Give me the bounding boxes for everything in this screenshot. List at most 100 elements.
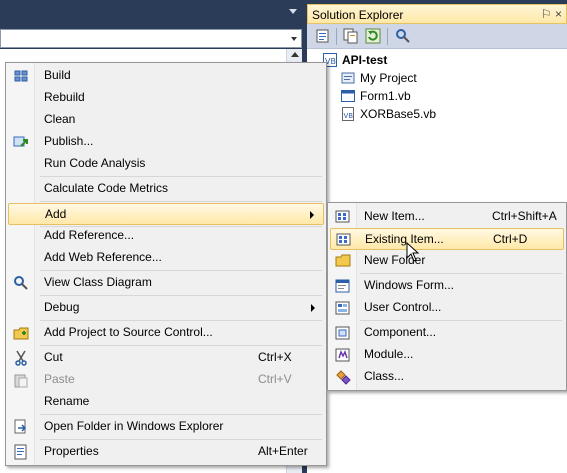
tree-item-label: XORBase5.vb (360, 107, 437, 121)
menu-item-existing-item[interactable]: Existing Item... Ctrl+D (330, 228, 564, 250)
editor-header-bar (0, 0, 306, 27)
tree-item-label: My Project (360, 71, 417, 85)
pin-icon[interactable]: ⚐ × (541, 7, 562, 21)
menu-item-label: Class... (364, 369, 405, 383)
chevron-down-icon[interactable] (291, 37, 297, 41)
menu-item-new-folder[interactable]: New Folder (330, 250, 564, 272)
menu-item-add-reference[interactable]: Add Reference... (8, 225, 324, 247)
menu-separator (40, 439, 322, 440)
menu-item-label: Build (44, 68, 71, 82)
paste-icon (14, 374, 28, 388)
menu-item-clean[interactable]: Clean (8, 109, 324, 131)
menu-separator (40, 295, 322, 296)
menu-item-label: User Control... (364, 300, 442, 314)
component-icon (335, 326, 350, 340)
source-control-icon (13, 327, 29, 340)
submenu-arrow-icon (310, 211, 314, 219)
windows-form-icon (335, 279, 350, 293)
menu-item-shortcut: Ctrl+X (258, 350, 292, 364)
menu-item-shortcut: Ctrl+D (493, 232, 528, 246)
menu-item-component[interactable]: Component... (330, 322, 564, 344)
menu-item-user-control[interactable]: User Control... (330, 297, 564, 319)
window-dropdown-icon[interactable] (289, 9, 297, 14)
menu-item-shortcut: Ctrl+Shift+A (492, 209, 557, 223)
menu-item-label: Rebuild (44, 90, 85, 104)
menu-item-new-item[interactable]: New Item... Ctrl+Shift+A (330, 206, 564, 228)
class-icon (336, 370, 351, 385)
class-diagram-icon (14, 276, 28, 290)
project-name: API-test (342, 53, 388, 67)
new-item-icon (335, 210, 350, 223)
view-class-diagram-icon[interactable] (395, 28, 411, 44)
menu-item-build[interactable]: Build (8, 65, 324, 87)
menu-item-windows-form[interactable]: Windows Form... (330, 275, 564, 297)
menu-item-label: New Item... (364, 209, 425, 223)
vb-file-icon: VB (342, 107, 354, 121)
submenu-arrow-icon (311, 304, 315, 312)
menu-item-open-folder[interactable]: Open Folder in Windows Explorer (8, 416, 324, 438)
menu-separator (360, 320, 562, 321)
menu-separator (40, 345, 322, 346)
menu-item-shortcut: Ctrl+V (258, 372, 292, 386)
menu-item-label: Add Web Reference... (44, 250, 162, 264)
menu-item-label: Clean (44, 112, 76, 126)
menu-item-rename[interactable]: Rename (8, 391, 324, 413)
menu-item-label: Component... (364, 325, 437, 339)
member-dropdown[interactable] (0, 29, 302, 48)
mouse-cursor-icon (406, 242, 420, 262)
my-project-icon (341, 72, 355, 84)
user-control-icon (335, 301, 350, 315)
menu-item-view-class-diagram[interactable]: View Class Diagram (8, 272, 324, 294)
menu-item-run-code-analysis[interactable]: Run Code Analysis (8, 153, 324, 175)
menu-item-label: Module... (364, 347, 414, 361)
menu-item-label: Add (45, 207, 67, 221)
menu-item-class[interactable]: Class... (330, 366, 564, 388)
menu-item-publish[interactable]: Publish... (8, 131, 324, 153)
panel-title: Solution Explorer (312, 8, 404, 22)
menu-item-shortcut: Alt+Enter (258, 444, 308, 458)
scissors-icon (15, 350, 27, 366)
menu-item-calculate-code-metrics[interactable]: Calculate Code Metrics (8, 178, 324, 200)
menu-item-label: Windows Form... (364, 278, 455, 292)
folder-icon (335, 254, 351, 267)
publish-icon (13, 136, 28, 147)
menu-item-rebuild[interactable]: Rebuild (8, 87, 324, 109)
menu-item-label: Run Code Analysis (44, 156, 146, 170)
project-context-menu: Build Rebuild Clean Publish... Run Code … (5, 62, 327, 466)
menu-item-cut[interactable]: Cut Ctrl+X (8, 347, 324, 369)
menu-item-label: Open Folder in Windows Explorer (44, 419, 224, 433)
menu-item-label: Existing Item... (365, 232, 444, 246)
menu-item-add-web-reference[interactable]: Add Web Reference... (8, 247, 324, 269)
open-folder-icon (14, 419, 27, 434)
menu-item-add-to-source-control[interactable]: Add Project to Source Control... (8, 322, 324, 344)
menu-separator (40, 414, 322, 415)
menu-item-label: View Class Diagram (44, 275, 152, 289)
menu-separator (40, 176, 322, 177)
menu-item-label: Publish... (44, 134, 94, 148)
menu-item-debug[interactable]: Debug (8, 297, 324, 319)
add-submenu: New Item... Ctrl+Shift+A Existing Item..… (327, 202, 567, 391)
properties-icon[interactable] (315, 28, 331, 44)
menu-item-label: Rename (44, 394, 90, 408)
scroll-up-icon[interactable] (291, 52, 299, 57)
menu-item-properties[interactable]: Properties Alt+Enter (8, 441, 324, 463)
menu-item-paste[interactable]: Paste Ctrl+V (8, 369, 324, 391)
svg-text:VB: VB (344, 112, 354, 120)
show-all-files-icon[interactable] (343, 28, 359, 44)
module-icon (335, 348, 350, 362)
properties-icon (14, 444, 27, 460)
refresh-icon[interactable] (365, 28, 381, 44)
menu-separator (360, 273, 562, 274)
menu-item-label: Cut (44, 350, 63, 364)
menu-item-label: Properties (44, 444, 99, 458)
menu-item-label: Add Reference... (44, 228, 135, 242)
menu-item-add[interactable]: Add (8, 203, 324, 225)
build-icon (14, 70, 28, 82)
menu-item-module[interactable]: Module... (330, 344, 564, 366)
solution-explorer-toolbar (307, 24, 567, 49)
menu-item-label: Calculate Code Metrics (44, 181, 169, 195)
menu-separator (40, 270, 322, 271)
menu-separator (40, 320, 322, 321)
menu-separator (40, 201, 322, 202)
menu-item-label: Add Project to Source Control... (44, 325, 213, 339)
